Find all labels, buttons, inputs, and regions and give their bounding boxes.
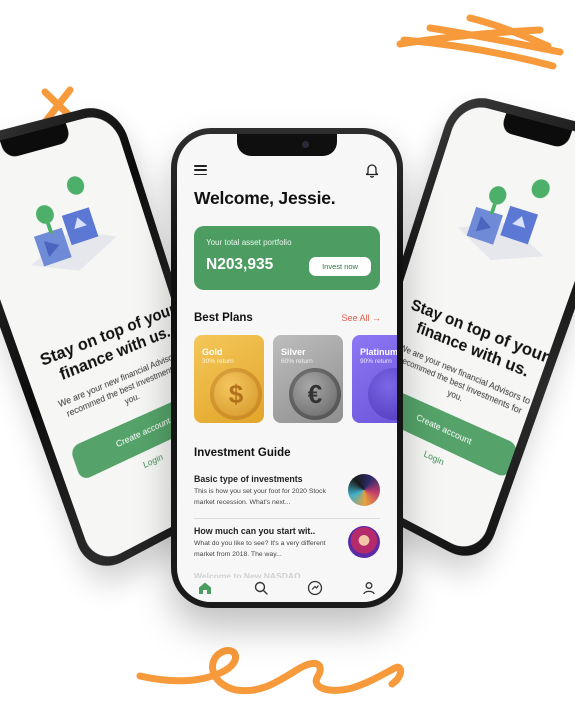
guide-item-description: This is how you set your foot for 2020 S…	[194, 488, 326, 506]
guide-item-description: What do you like to see? It's a very dif…	[194, 540, 326, 558]
guide-list-item[interactable]: Basic type of investments This is how yo…	[194, 474, 380, 518]
invest-now-button[interactable]: Invest now	[309, 257, 371, 276]
see-all-link[interactable]: See All →	[341, 313, 381, 323]
guide-item-title: How much can you start wit..	[194, 526, 316, 536]
bottom-tab-bar	[177, 578, 397, 602]
profile-icon[interactable]	[361, 580, 377, 596]
plan-name: Gold	[202, 347, 223, 357]
investment-guide-title: Investment Guide	[194, 447, 291, 459]
finance-illustration	[451, 177, 553, 277]
euro-coin-icon: €	[289, 368, 341, 420]
guide-thumbnail-image	[348, 526, 380, 558]
portfolio-label: Your total asset portfolio	[206, 238, 292, 247]
phone-notch	[237, 134, 337, 156]
search-icon[interactable]	[253, 580, 269, 596]
platinum-coin-icon	[368, 368, 397, 420]
notification-bell-icon[interactable]	[365, 162, 379, 178]
plan-card-gold[interactable]: Gold 30% return $	[194, 335, 264, 423]
finance-illustration	[24, 174, 123, 286]
best-plans-title: Best Plans	[194, 312, 253, 324]
portfolio-card: Your total asset portfolio N203,935 Inve…	[194, 226, 380, 290]
plan-return: 90% return	[360, 358, 392, 365]
plan-name: Platinum	[360, 347, 397, 357]
home-icon[interactable]	[197, 580, 213, 596]
home-screen: Welcome, Jessie. Your total asset portfo…	[177, 134, 397, 602]
plan-return: 60% return	[281, 358, 313, 365]
phone-notch	[500, 113, 573, 150]
plan-card-silver[interactable]: Silver 60% return €	[273, 335, 343, 423]
portfolio-amount: N203,935	[206, 256, 274, 273]
list-divider	[194, 518, 380, 519]
plan-card-platinum[interactable]: Platinum 90% return	[352, 335, 397, 423]
welcome-heading: Welcome, Jessie.	[194, 188, 336, 208]
plan-return: 30% return	[202, 358, 234, 365]
guide-list-item[interactable]: How much can you start wit.. What do you…	[194, 526, 380, 570]
menu-icon[interactable]	[194, 165, 207, 176]
guide-thumbnail-image	[348, 474, 380, 506]
plan-name: Silver	[281, 347, 306, 357]
phone-notch	[0, 123, 72, 160]
guide-item-title: Basic type of investments	[194, 474, 303, 484]
exchange-icon[interactable]	[307, 580, 323, 596]
main-phone-mockup: Welcome, Jessie. Your total asset portfo…	[171, 128, 403, 608]
dollar-coin-icon: $	[210, 368, 262, 420]
